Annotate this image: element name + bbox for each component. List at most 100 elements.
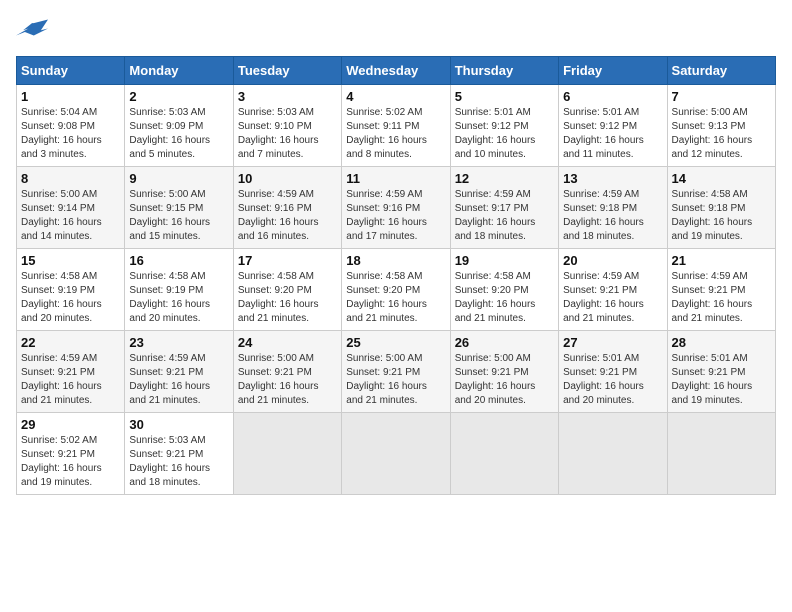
day-number: 9 [129, 171, 228, 186]
day-info: Sunrise: 5:00 AMSunset: 9:15 PMDaylight:… [129, 188, 228, 244]
calendar-cell: 12Sunrise: 4:59 AMSunset: 9:17 PMDayligh… [450, 167, 558, 249]
day-number: 3 [238, 89, 337, 104]
calendar-cell: 13 Sunrise: 4:59 AMSunset: 9:18 PMDayligh… [559, 167, 667, 249]
day-number: 27 [563, 335, 662, 350]
calendar-cell: 24 Sunrise: 5:00 AMSunset: 9:21 PMDayligh… [233, 331, 341, 413]
day-number: 1 [21, 89, 120, 104]
day-info: Sunrise: 5:01 AMSunset: 9:12 PMDaylight:… [455, 106, 554, 162]
day-header-saturday: Saturday [667, 57, 775, 85]
day-info: Sunrise: 4:59 AMSunset: 9:21 PMDaylight:… [129, 352, 228, 408]
calendar-cell: 6Sunrise: 5:01 AMSunset: 9:12 PMDaylight… [559, 85, 667, 167]
calendar-cell [342, 413, 450, 495]
calendar-cell: 17 Sunrise: 4:58 AMSunset: 9:20 PMDayligh… [233, 249, 341, 331]
calendar-cell: 25 Sunrise: 5:00 AMSunset: 9:21 PMDayligh… [342, 331, 450, 413]
day-info: Sunrise: 4:58 AMSunset: 9:18 PMDaylight:… [672, 188, 771, 244]
calendar-cell [559, 413, 667, 495]
calendar-cell: 28 Sunrise: 5:01 AMSunset: 9:21 PMDayligh… [667, 331, 775, 413]
calendar-cell: 22 Sunrise: 4:59 AMSunset: 9:21 PMDayligh… [17, 331, 125, 413]
logo-icon [16, 16, 48, 48]
calendar-cell: 3 Sunrise: 5:03 AMSunset: 9:10 PMDaylight… [233, 85, 341, 167]
calendar-cell: 27 Sunrise: 5:01 AMSunset: 9:21 PMDayligh… [559, 331, 667, 413]
day-info: Sunrise: 5:03 AMSunset: 9:21 PMDaylight:… [129, 434, 228, 490]
calendar-cell: 5Sunrise: 5:01 AMSunset: 9:12 PMDaylight… [450, 85, 558, 167]
day-number: 13 [563, 171, 662, 186]
day-number: 24 [238, 335, 337, 350]
day-number: 20 [563, 253, 662, 268]
calendar-cell: 23Sunrise: 4:59 AMSunset: 9:21 PMDayligh… [125, 331, 233, 413]
calendar-week-row: 8 Sunrise: 5:00 AMSunset: 9:14 PMDaylight… [17, 167, 776, 249]
day-number: 11 [346, 171, 445, 186]
calendar-cell: 14 Sunrise: 4:58 AMSunset: 9:18 PMDayligh… [667, 167, 775, 249]
day-info: Sunrise: 5:00 AMSunset: 9:13 PMDaylight:… [672, 106, 771, 162]
calendar-cell: 4 Sunrise: 5:02 AMSunset: 9:11 PMDaylight… [342, 85, 450, 167]
calendar-table: SundayMondayTuesdayWednesdayThursdayFrid… [16, 56, 776, 495]
day-number: 4 [346, 89, 445, 104]
day-info: Sunrise: 5:03 AMSunset: 9:09 PMDaylight:… [129, 106, 228, 162]
calendar-cell: 1 Sunrise: 5:04 AMSunset: 9:08 PMDaylight… [17, 85, 125, 167]
calendar-cell: 30 Sunrise: 5:03 AMSunset: 9:21 PMDayligh… [125, 413, 233, 495]
calendar-week-row: 29 Sunrise: 5:02 AMSunset: 9:21 PMDayligh… [17, 413, 776, 495]
day-info: Sunrise: 4:58 AMSunset: 9:19 PMDaylight:… [21, 270, 120, 326]
calendar-week-row: 22 Sunrise: 4:59 AMSunset: 9:21 PMDayligh… [17, 331, 776, 413]
day-number: 18 [346, 253, 445, 268]
day-info: Sunrise: 5:00 AMSunset: 9:14 PMDaylight:… [21, 188, 120, 244]
day-number: 8 [21, 171, 120, 186]
calendar-cell: 9 Sunrise: 5:00 AMSunset: 9:15 PMDaylight… [125, 167, 233, 249]
day-info: Sunrise: 5:04 AMSunset: 9:08 PMDaylight:… [21, 106, 120, 162]
day-number: 21 [672, 253, 771, 268]
day-info: Sunrise: 5:03 AMSunset: 9:10 PMDaylight:… [238, 106, 337, 162]
day-header-wednesday: Wednesday [342, 57, 450, 85]
calendar-cell: 11 Sunrise: 4:59 AMSunset: 9:16 PMDayligh… [342, 167, 450, 249]
day-info: Sunrise: 5:00 AMSunset: 9:21 PMDaylight:… [238, 352, 337, 408]
day-number: 17 [238, 253, 337, 268]
calendar-cell: 29 Sunrise: 5:02 AMSunset: 9:21 PMDayligh… [17, 413, 125, 495]
day-info: Sunrise: 4:58 AMSunset: 9:19 PMDaylight:… [129, 270, 228, 326]
day-info: Sunrise: 5:01 AMSunset: 9:21 PMDaylight:… [672, 352, 771, 408]
day-number: 2 [129, 89, 228, 104]
day-number: 14 [672, 171, 771, 186]
day-number: 12 [455, 171, 554, 186]
day-info: Sunrise: 4:59 AMSunset: 9:21 PMDaylight:… [563, 270, 662, 326]
day-number: 22 [21, 335, 120, 350]
calendar-cell: 26Sunrise: 5:00 AMSunset: 9:21 PMDayligh… [450, 331, 558, 413]
day-info: Sunrise: 4:59 AMSunset: 9:16 PMDaylight:… [238, 188, 337, 244]
day-number: 6 [563, 89, 662, 104]
calendar-week-row: 1 Sunrise: 5:04 AMSunset: 9:08 PMDaylight… [17, 85, 776, 167]
logo [16, 16, 52, 48]
day-header-monday: Monday [125, 57, 233, 85]
day-info: Sunrise: 4:59 AMSunset: 9:21 PMDaylight:… [21, 352, 120, 408]
day-info: Sunrise: 5:01 AMSunset: 9:21 PMDaylight:… [563, 352, 662, 408]
day-header-tuesday: Tuesday [233, 57, 341, 85]
page-header [16, 16, 776, 48]
calendar-cell: 8 Sunrise: 5:00 AMSunset: 9:14 PMDaylight… [17, 167, 125, 249]
calendar-week-row: 15 Sunrise: 4:58 AMSunset: 9:19 PMDayligh… [17, 249, 776, 331]
day-number: 30 [129, 417, 228, 432]
day-number: 29 [21, 417, 120, 432]
day-number: 19 [455, 253, 554, 268]
day-header-friday: Friday [559, 57, 667, 85]
calendar-cell [450, 413, 558, 495]
day-header-sunday: Sunday [17, 57, 125, 85]
day-info: Sunrise: 4:58 AMSunset: 9:20 PMDaylight:… [346, 270, 445, 326]
day-info: Sunrise: 4:59 AMSunset: 9:16 PMDaylight:… [346, 188, 445, 244]
calendar-cell: 10 Sunrise: 4:59 AMSunset: 9:16 PMDayligh… [233, 167, 341, 249]
day-info: Sunrise: 4:59 AMSunset: 9:18 PMDaylight:… [563, 188, 662, 244]
calendar-cell: 20 Sunrise: 4:59 AMSunset: 9:21 PMDayligh… [559, 249, 667, 331]
day-number: 25 [346, 335, 445, 350]
calendar-cell: 18 Sunrise: 4:58 AMSunset: 9:20 PMDayligh… [342, 249, 450, 331]
calendar-cell [233, 413, 341, 495]
calendar-header-row: SundayMondayTuesdayWednesdayThursdayFrid… [17, 57, 776, 85]
day-number: 10 [238, 171, 337, 186]
day-info: Sunrise: 4:58 AMSunset: 9:20 PMDaylight:… [238, 270, 337, 326]
day-number: 28 [672, 335, 771, 350]
day-info: Sunrise: 5:00 AMSunset: 9:21 PMDaylight:… [346, 352, 445, 408]
day-number: 7 [672, 89, 771, 104]
calendar-cell: 21 Sunrise: 4:59 AMSunset: 9:21 PMDayligh… [667, 249, 775, 331]
day-info: Sunrise: 4:58 AMSunset: 9:20 PMDaylight:… [455, 270, 554, 326]
day-info: Sunrise: 5:00 AMSunset: 9:21 PMDaylight:… [455, 352, 554, 408]
day-info: Sunrise: 4:59 AMSunset: 9:21 PMDaylight:… [672, 270, 771, 326]
calendar-cell: 19 Sunrise: 4:58 AMSunset: 9:20 PMDayligh… [450, 249, 558, 331]
day-info: Sunrise: 5:02 AMSunset: 9:11 PMDaylight:… [346, 106, 445, 162]
day-info: Sunrise: 5:02 AMSunset: 9:21 PMDaylight:… [21, 434, 120, 490]
day-number: 15 [21, 253, 120, 268]
